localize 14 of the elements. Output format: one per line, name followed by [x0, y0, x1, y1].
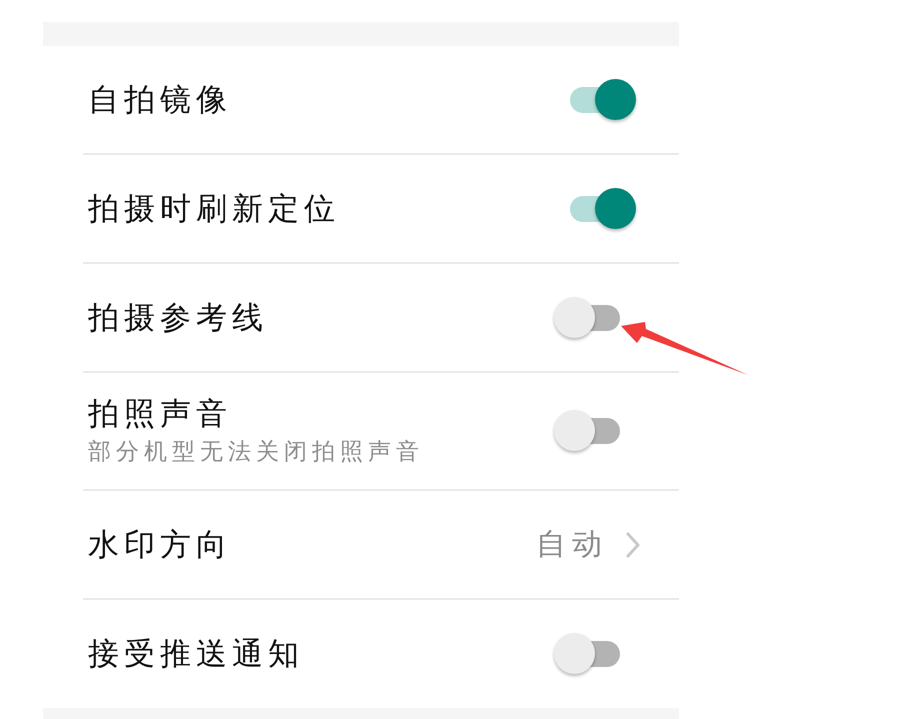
- setting-label: 拍摄时刷新定位: [88, 190, 340, 228]
- setting-value[interactable]: 自动: [536, 524, 608, 564]
- toggle-switch[interactable]: [570, 78, 636, 122]
- toggle-switch[interactable]: [554, 296, 620, 340]
- setting-label: 自拍镜像: [88, 80, 232, 120]
- toggle-switch[interactable]: [554, 632, 620, 676]
- setting-label: 水印方向: [88, 526, 232, 564]
- toggle-switch[interactable]: [554, 409, 620, 453]
- setting-label: 拍摄参考线: [88, 298, 268, 338]
- setting-label: 拍照声音: [88, 395, 233, 434]
- setting-label: 接受推送通知: [88, 635, 304, 674]
- toggle-switch[interactable]: [570, 186, 636, 230]
- setting-hint: 部分机型无法关闭拍照声音: [88, 438, 424, 467]
- chevron-right-icon: [626, 532, 640, 558]
